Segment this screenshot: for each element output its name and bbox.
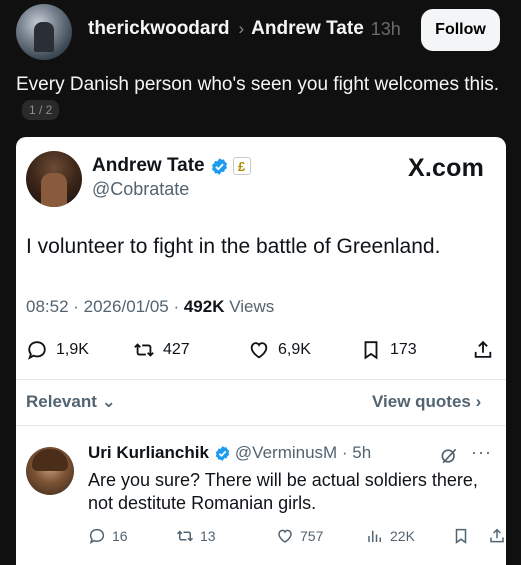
- reply-header: Uri Kurlianchik @VerminusM · 5h: [88, 443, 371, 463]
- view-quotes-label: View quotes: [372, 392, 471, 411]
- tweet-meta: 08:52 · 2026/01/05 · 492K Views: [26, 297, 274, 317]
- chevron-right-icon: ›: [238, 19, 245, 38]
- repost-icon: [134, 343, 154, 357]
- reply-icon: [28, 341, 46, 360]
- like-count: 6,9K: [278, 341, 311, 358]
- time-ago: 13h: [370, 18, 401, 39]
- tweet-actions: 1,9K 427 6,9K 173: [26, 339, 496, 365]
- avatar-torso: [41, 173, 67, 207]
- reply-button[interactable]: 1,9K: [26, 339, 89, 361]
- header-line: therickwoodard › Andrew Tate 13h: [88, 18, 401, 40]
- post-body: Every Danish person who's seen you fight…: [16, 74, 500, 95]
- reply-reply-button[interactable]: 16: [88, 527, 128, 545]
- brand-logo: X.com: [408, 154, 485, 182]
- bookmark-icon: [364, 341, 378, 360]
- divider: [16, 379, 506, 380]
- reply-author-name[interactable]: Uri Kurlianchik: [88, 443, 209, 463]
- thread-header: therickwoodard › Andrew Tate 13h Follow: [0, 0, 521, 64]
- reply-author-avatar[interactable]: [26, 447, 74, 495]
- heart-icon: [250, 342, 268, 359]
- username[interactable]: therickwoodard: [88, 18, 229, 40]
- reply-like-count: 757: [300, 528, 324, 544]
- share-button[interactable]: [472, 339, 502, 361]
- tweet-author-row: Andrew Tate £: [92, 155, 251, 177]
- views-bar-icon: [368, 530, 381, 542]
- repost-count: 427: [163, 341, 190, 358]
- bookmark-button[interactable]: 173: [360, 339, 417, 361]
- view-quotes-link[interactable]: View quotes ›: [372, 392, 481, 412]
- reply-views-count: 22K: [390, 528, 415, 544]
- chevron-down-icon: ⌄: [101, 392, 116, 411]
- reply-like-button[interactable]: 757: [276, 527, 323, 545]
- follow-button[interactable]: Follow: [421, 9, 500, 51]
- reply-repost-count: 13: [200, 528, 216, 544]
- grok-icon[interactable]: [439, 446, 459, 466]
- verified-badge-icon: [211, 157, 227, 175]
- bookmark-icon: [455, 528, 467, 544]
- views-label: Views: [229, 297, 275, 316]
- avatar-hair: [32, 449, 68, 471]
- reply-text: Are you sure? There will be actual soldi…: [88, 470, 478, 513]
- heart-icon: [278, 529, 292, 543]
- tweet-author-avatar[interactable]: [26, 151, 82, 207]
- repost-button[interactable]: 427: [133, 339, 190, 361]
- user-avatar[interactable]: [16, 4, 72, 60]
- reply-icon: [89, 528, 105, 544]
- reply-handle-time[interactable]: @VerminusM · 5h: [235, 443, 371, 463]
- avatar-figure: [34, 22, 54, 52]
- tweet-body: I volunteer to fight in the battle of Gr…: [26, 235, 441, 258]
- tweet-author-name[interactable]: Andrew Tate: [92, 155, 205, 177]
- share-icon: [490, 528, 504, 543]
- reply-count: 1,9K: [56, 341, 89, 358]
- post-text: Every Danish person who's seen you fight…: [16, 72, 506, 124]
- reply-repost-button[interactable]: 13: [176, 527, 216, 545]
- chevron-right-icon: ›: [475, 392, 482, 411]
- share-icon: [474, 340, 492, 358]
- reply-actions: 16 13 757 22K: [88, 527, 504, 549]
- tweet-timestamp: 08:52 · 2026/01/05 ·: [26, 297, 184, 316]
- sort-label: Relevant: [26, 392, 97, 411]
- tweet-author-handle[interactable]: @Cobratate: [92, 179, 189, 200]
- bookmark-count: 173: [390, 341, 417, 358]
- government-badge-icon: £: [232, 157, 251, 175]
- repost-icon: [176, 530, 194, 542]
- more-dots-icon[interactable]: ···: [471, 442, 492, 463]
- sort-dropdown[interactable]: Relevant ⌄: [26, 392, 116, 412]
- reply-reply-count: 16: [112, 528, 128, 544]
- like-button[interactable]: 6,9K: [248, 339, 311, 361]
- reply-views-button[interactable]: 22K: [366, 527, 415, 545]
- divider: [16, 425, 506, 426]
- tweet-card[interactable]: Andrew Tate £ @Cobratate X.com I volunte…: [16, 137, 506, 565]
- reply-bookmark-button[interactable]: [452, 527, 476, 545]
- reply-share-button[interactable]: [488, 527, 506, 545]
- page-indicator: 1 / 2: [22, 100, 60, 120]
- reply-to-name[interactable]: Andrew Tate: [251, 18, 364, 40]
- views-count: 492K: [183, 297, 225, 316]
- verified-badge-icon: [215, 445, 230, 461]
